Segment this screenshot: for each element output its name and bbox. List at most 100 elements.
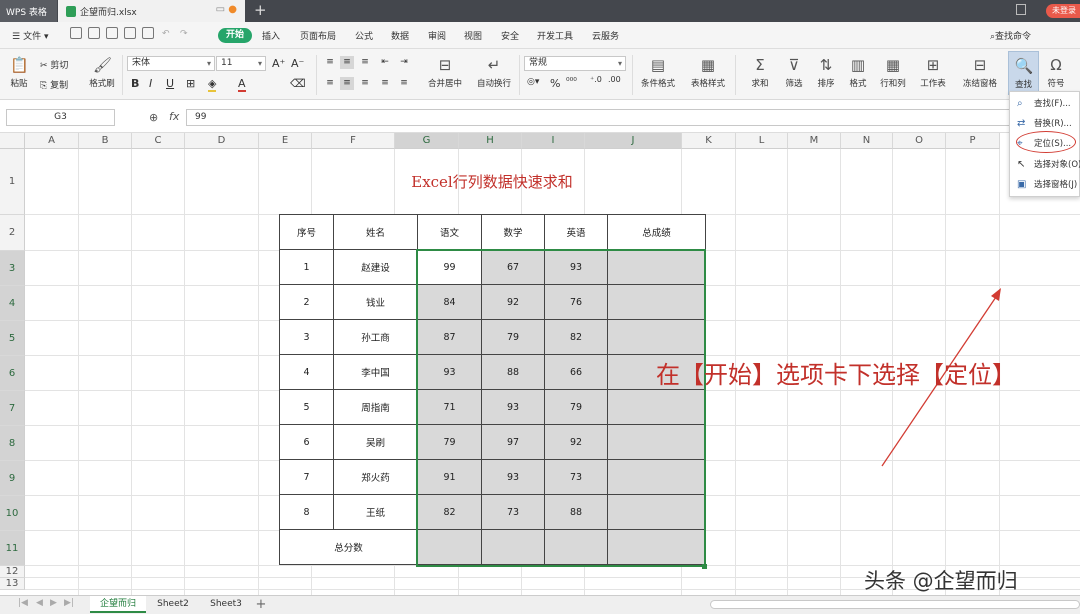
menu-file[interactable]: ☰ 文件 ▾ bbox=[12, 29, 48, 42]
table-cell[interactable]: 79 bbox=[417, 424, 482, 460]
column-header-b[interactable]: B bbox=[79, 133, 132, 149]
table-cell[interactable]: 93 bbox=[417, 354, 482, 390]
merge-center-button[interactable]: ⊟ 合并居中 bbox=[424, 56, 466, 89]
table-cell[interactable]: 93 bbox=[544, 249, 608, 285]
row-header-12[interactable]: 12 bbox=[0, 566, 25, 578]
table-cell[interactable]: 93 bbox=[481, 389, 545, 425]
align-center-icon[interactable]: ≡ bbox=[340, 77, 354, 90]
row-header-8[interactable]: 8 bbox=[0, 426, 25, 461]
distributed-icon[interactable]: ≡ bbox=[397, 77, 411, 90]
tab-data[interactable]: 数据 bbox=[391, 29, 409, 42]
column-header-e[interactable]: E bbox=[259, 133, 312, 149]
tab-start[interactable]: 开始 bbox=[218, 28, 252, 43]
total-cell[interactable] bbox=[607, 529, 706, 565]
row-header-10[interactable]: 10 bbox=[0, 496, 25, 531]
table-header-cell[interactable]: 总成绩 bbox=[607, 214, 706, 250]
table-cell[interactable]: 87 bbox=[417, 319, 482, 355]
sheet-tab-3[interactable]: Sheet3 bbox=[203, 596, 249, 613]
tab-developer[interactable]: 开发工具 bbox=[537, 29, 573, 42]
tab-insert[interactable]: 插入 bbox=[262, 29, 280, 42]
align-right-icon[interactable]: ≡ bbox=[358, 77, 372, 90]
new-tab-button[interactable]: + bbox=[254, 1, 267, 19]
next-sheet-icon[interactable]: ▶ bbox=[50, 598, 57, 608]
column-header-m[interactable]: M bbox=[788, 133, 841, 149]
file-tab[interactable]: 企望而归.xlsx ▭ ● bbox=[58, 0, 245, 22]
total-cell[interactable] bbox=[481, 529, 545, 565]
cut-button[interactable]: ✂ 剪切 bbox=[40, 58, 68, 71]
table-cell[interactable] bbox=[607, 389, 706, 425]
font-size-select[interactable]: 11 bbox=[216, 56, 266, 71]
align-top-icon[interactable]: ≡ bbox=[323, 56, 337, 69]
tab-page-layout[interactable]: 页面布局 bbox=[300, 29, 336, 42]
fx-icon[interactable]: fx bbox=[169, 110, 179, 123]
table-cell[interactable]: 8 bbox=[279, 494, 334, 530]
table-cell[interactable]: 李中国 bbox=[333, 354, 418, 390]
tab-view[interactable]: 视图 bbox=[464, 29, 482, 42]
table-cell[interactable]: 5 bbox=[279, 389, 334, 425]
row-header-5[interactable]: 5 bbox=[0, 321, 25, 356]
italic-icon[interactable]: I bbox=[149, 77, 152, 90]
clear-format-icon[interactable]: ⌫ bbox=[290, 77, 306, 90]
row-header-1[interactable]: 1 bbox=[0, 149, 25, 215]
find-button[interactable]: 🔍 查找 bbox=[1008, 51, 1039, 95]
prev-sheet-icon[interactable]: ◀ bbox=[36, 598, 43, 608]
indent-increase-icon[interactable]: ⇥ bbox=[397, 56, 411, 69]
copy-button[interactable]: ⎘ 复制 bbox=[40, 78, 68, 91]
row-header-9[interactable]: 9 bbox=[0, 461, 25, 496]
table-cell[interactable]: 97 bbox=[481, 424, 545, 460]
table-cell[interactable]: 79 bbox=[544, 389, 608, 425]
menu-item-selection-pane[interactable]: ▣ 选择窗格(J) bbox=[1010, 175, 1080, 195]
row-header-4[interactable]: 4 bbox=[0, 286, 25, 321]
sheet-tab-2[interactable]: Sheet2 bbox=[150, 596, 196, 613]
app-tab[interactable]: WPS 表格 bbox=[0, 0, 57, 22]
currency-icon[interactable]: ◎▾ bbox=[527, 77, 539, 87]
table-cell[interactable]: 4 bbox=[279, 354, 334, 390]
table-cell[interactable]: 93 bbox=[481, 459, 545, 495]
paste-button[interactable]: 📋 粘贴 bbox=[6, 56, 32, 89]
table-cell[interactable] bbox=[607, 424, 706, 460]
table-cell[interactable]: 66 bbox=[544, 354, 608, 390]
table-cell[interactable]: 赵建设 bbox=[333, 249, 418, 285]
conditional-format-button[interactable]: ▤ 条件格式 bbox=[636, 56, 680, 89]
window-mode-icon[interactable] bbox=[1016, 4, 1026, 15]
font-name-select[interactable]: 宋体 bbox=[127, 56, 215, 71]
row-header-2[interactable]: 2 bbox=[0, 215, 25, 251]
table-cell[interactable]: 3 bbox=[279, 319, 334, 355]
tab-formulas[interactable]: 公式 bbox=[355, 29, 373, 42]
increase-decimal-icon[interactable]: ⁺.0 bbox=[590, 75, 602, 84]
total-cell[interactable] bbox=[544, 529, 608, 565]
row-header-13[interactable]: 13 bbox=[0, 578, 25, 590]
row-header-11[interactable]: 11 bbox=[0, 531, 25, 566]
border-icon[interactable]: ⊞ bbox=[186, 77, 195, 90]
table-cell[interactable] bbox=[607, 319, 706, 355]
column-header-c[interactable]: C bbox=[132, 133, 185, 149]
column-header-j[interactable]: J bbox=[585, 133, 682, 149]
table-header-cell[interactable]: 语文 bbox=[417, 214, 482, 250]
formula-input[interactable]: 99 bbox=[186, 109, 1080, 126]
row-header-6[interactable]: 6 bbox=[0, 356, 25, 391]
format-painter-button[interactable]: 🖌 格式刷 bbox=[86, 56, 118, 89]
table-header-cell[interactable]: 英语 bbox=[544, 214, 608, 250]
column-header-g[interactable]: G bbox=[395, 133, 459, 149]
monitor-icon[interactable]: ▭ bbox=[216, 4, 225, 15]
redo-icon[interactable]: ↷ bbox=[180, 29, 188, 39]
column-header-o[interactable]: O bbox=[893, 133, 946, 149]
print-preview-icon[interactable] bbox=[142, 27, 154, 39]
column-header-k[interactable]: K bbox=[682, 133, 736, 149]
column-header-l[interactable]: L bbox=[736, 133, 788, 149]
name-box[interactable]: G3 bbox=[6, 109, 115, 126]
login-button[interactable]: 未登录 bbox=[1046, 4, 1080, 18]
bold-icon[interactable]: B bbox=[131, 77, 139, 90]
fill-handle[interactable] bbox=[702, 564, 707, 569]
column-header-p[interactable]: P bbox=[946, 133, 1000, 149]
table-cell[interactable]: 孙工商 bbox=[333, 319, 418, 355]
menu-item-find[interactable]: ⌕ 查找(F)... bbox=[1010, 94, 1080, 114]
select-all-corner[interactable] bbox=[0, 133, 25, 149]
tab-security[interactable]: 安全 bbox=[501, 29, 519, 42]
table-cell[interactable]: 73 bbox=[544, 459, 608, 495]
align-bottom-icon[interactable]: ≡ bbox=[358, 56, 372, 69]
tab-review[interactable]: 审阅 bbox=[428, 29, 446, 42]
table-cell[interactable]: 2 bbox=[279, 284, 334, 320]
table-cell[interactable] bbox=[607, 459, 706, 495]
table-cell[interactable]: 88 bbox=[544, 494, 608, 530]
